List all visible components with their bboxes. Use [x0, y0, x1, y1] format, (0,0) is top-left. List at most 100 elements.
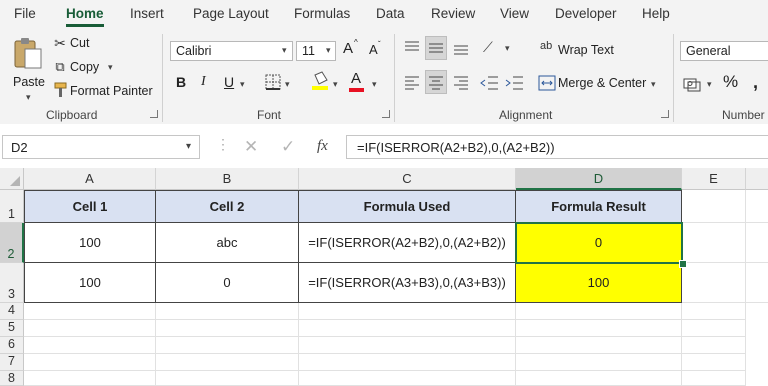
fill-color-dropdown-icon[interactable]: ▾	[333, 79, 338, 90]
cell-a1[interactable]: Cell 1	[24, 190, 156, 223]
orientation-icon[interactable]: ⟋	[483, 39, 493, 56]
menu-developer[interactable]: Developer	[555, 6, 617, 21]
align-left-icon[interactable]	[403, 75, 421, 91]
clipboard-launcher-icon[interactable]	[150, 110, 158, 118]
font-size-dropdown-icon[interactable]: ▾	[326, 45, 331, 56]
align-center-button[interactable]	[425, 70, 447, 94]
column-header-d[interactable]: D	[516, 168, 682, 190]
wrap-text-button[interactable]: Wrap Text	[558, 43, 614, 57]
cell-e2[interactable]	[682, 223, 746, 263]
cell-d5[interactable]	[516, 320, 682, 337]
select-all-corner[interactable]	[0, 168, 24, 190]
cell-a4[interactable]	[24, 303, 156, 320]
cell-c1[interactable]: Formula Used	[299, 190, 516, 223]
cell-e5[interactable]	[682, 320, 746, 337]
cell-c2[interactable]: =IF(ISERROR(A2+B2),0,(A2+B2))	[299, 223, 516, 263]
row-header-7[interactable]: 7	[0, 354, 24, 371]
cell-a7[interactable]	[24, 354, 156, 371]
accounting-dropdown-icon[interactable]: ▾	[707, 79, 712, 90]
row-header-1[interactable]: 1	[0, 190, 24, 223]
name-box[interactable]: D2	[2, 135, 200, 159]
cell-c4[interactable]	[299, 303, 516, 320]
font-name-select[interactable]: Calibri	[170, 41, 293, 61]
cell-e3[interactable]	[682, 263, 746, 303]
cell-a6[interactable]	[24, 337, 156, 354]
fill-color-icon[interactable]	[311, 71, 329, 91]
copy-dropdown-icon[interactable]: ▾	[108, 62, 113, 73]
cell-e7[interactable]	[682, 354, 746, 371]
paste-button[interactable]: Paste ▾	[8, 36, 48, 110]
row-header-8[interactable]: 8	[0, 371, 24, 386]
row-header-4[interactable]: 4	[0, 303, 24, 320]
column-header-c[interactable]: C	[299, 168, 516, 190]
decrease-indent-icon[interactable]	[480, 75, 500, 91]
cell-b2[interactable]: abc	[156, 223, 299, 263]
italic-button[interactable]: I	[201, 74, 206, 90]
cell-d4[interactable]	[516, 303, 682, 320]
number-format-select[interactable]: General	[680, 41, 768, 61]
menu-home[interactable]: Home	[66, 6, 104, 21]
menu-review[interactable]: Review	[431, 6, 475, 21]
cell-b5[interactable]	[156, 320, 299, 337]
font-launcher-icon[interactable]	[382, 110, 390, 118]
cell-e1[interactable]	[682, 190, 746, 223]
menu-help[interactable]: Help	[642, 6, 670, 21]
alignment-launcher-icon[interactable]	[661, 110, 669, 118]
cell-c5[interactable]	[299, 320, 516, 337]
menu-data[interactable]: Data	[376, 6, 405, 21]
column-header-f[interactable]	[746, 168, 768, 190]
merge-center-button[interactable]: Merge & Center	[558, 76, 646, 90]
percent-style-button[interactable]: %	[723, 72, 738, 92]
cell-f1[interactable]	[746, 190, 768, 223]
fill-handle[interactable]	[679, 260, 687, 268]
cell-b3[interactable]: 0	[156, 263, 299, 303]
row-header-6[interactable]: 6	[0, 337, 24, 354]
cell-c8[interactable]	[299, 371, 516, 386]
insert-function-button[interactable]: fx	[317, 138, 328, 155]
row-header-3[interactable]: 3	[0, 263, 24, 303]
cell-e4[interactable]	[682, 303, 746, 320]
column-header-e[interactable]: E	[682, 168, 746, 190]
cell-d8[interactable]	[516, 371, 682, 386]
align-top-icon[interactable]	[403, 40, 421, 56]
cell-c7[interactable]	[299, 354, 516, 371]
menu-formulas[interactable]: Formulas	[294, 6, 350, 21]
copy-button[interactable]: Copy	[70, 60, 99, 74]
cell-f2[interactable]	[746, 223, 768, 263]
menu-view[interactable]: View	[500, 6, 529, 21]
cell-d3[interactable]: 100	[516, 263, 682, 303]
cell-b7[interactable]	[156, 354, 299, 371]
cell-a3[interactable]: 100	[24, 263, 156, 303]
column-header-a[interactable]: A	[24, 168, 156, 190]
formula-input[interactable]: =IF(ISERROR(A2+B2),0,(A2+B2))	[346, 135, 768, 159]
borders-dropdown-icon[interactable]: ▾	[285, 79, 290, 90]
orientation-dropdown-icon[interactable]: ▾	[505, 43, 510, 54]
borders-icon[interactable]	[264, 73, 282, 91]
cell-c6[interactable]	[299, 337, 516, 354]
enter-icon[interactable]: ✓	[281, 137, 295, 157]
menu-insert[interactable]: Insert	[130, 6, 164, 21]
cell-a8[interactable]	[24, 371, 156, 386]
column-header-b[interactable]: B	[156, 168, 299, 190]
font-color-button[interactable]: A	[351, 70, 361, 87]
cut-button[interactable]: Cut	[70, 36, 89, 50]
decrease-font-size-button[interactable]: A	[369, 42, 378, 57]
underline-button[interactable]: U	[224, 74, 234, 90]
merge-dropdown-icon[interactable]: ▾	[651, 79, 656, 90]
menu-page-layout[interactable]: Page Layout	[193, 6, 269, 21]
row-header-2[interactable]: 2	[0, 223, 24, 263]
paste-dropdown-icon[interactable]: ▾	[26, 92, 31, 103]
cell-d7[interactable]	[516, 354, 682, 371]
align-middle-button[interactable]	[425, 36, 447, 60]
cell-c3[interactable]: =IF(ISERROR(A3+B3),0,(A3+B3))	[299, 263, 516, 303]
cell-e8[interactable]	[682, 371, 746, 386]
cell-f3[interactable]	[746, 263, 768, 303]
name-box-dropdown-icon[interactable]: ▾	[186, 141, 191, 152]
align-right-icon[interactable]	[452, 75, 470, 91]
align-bottom-icon[interactable]	[452, 42, 470, 58]
cell-b4[interactable]	[156, 303, 299, 320]
format-painter-button[interactable]: Format Painter	[70, 84, 153, 98]
cell-b8[interactable]	[156, 371, 299, 386]
increase-indent-icon[interactable]	[505, 75, 525, 91]
cell-a2[interactable]: 100	[24, 223, 156, 263]
